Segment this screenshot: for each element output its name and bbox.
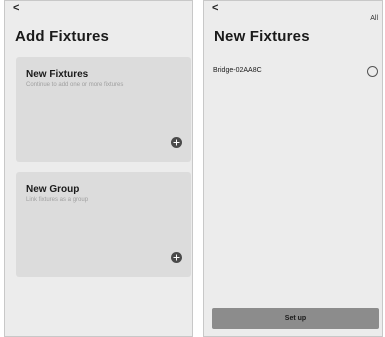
select-all-link[interactable]: All (370, 15, 378, 22)
new-group-card[interactable]: New Group Link fixtures as a group (16, 172, 191, 277)
device-radio-button[interactable] (367, 66, 378, 77)
add-fixtures-screen: < Add Fixtures New Fixtures Continue to … (4, 0, 193, 337)
card-title: New Group (26, 184, 80, 195)
page-title: New Fixtures (214, 28, 310, 45)
back-button[interactable]: < (13, 3, 19, 14)
page-title: Add Fixtures (15, 28, 110, 45)
plus-icon (173, 139, 180, 146)
card-subtitle: Link fixtures as a group (26, 197, 89, 203)
set-up-button[interactable]: Set up (212, 308, 379, 329)
device-list-item[interactable]: Bridge-02AA8C (213, 64, 380, 80)
add-fixtures-button[interactable] (171, 137, 182, 148)
back-button[interactable]: < (212, 3, 218, 14)
card-title: New Fixtures (26, 69, 89, 80)
add-group-button[interactable] (171, 252, 182, 263)
new-fixtures-screen: < All New Fixtures Bridge-02AA8C Set up (203, 0, 383, 337)
new-fixtures-card[interactable]: New Fixtures Continue to add one or more… (16, 57, 191, 162)
plus-icon (173, 254, 180, 261)
device-name: Bridge-02AA8C (213, 67, 262, 74)
card-subtitle: Continue to add one or more fixtures (26, 82, 124, 88)
